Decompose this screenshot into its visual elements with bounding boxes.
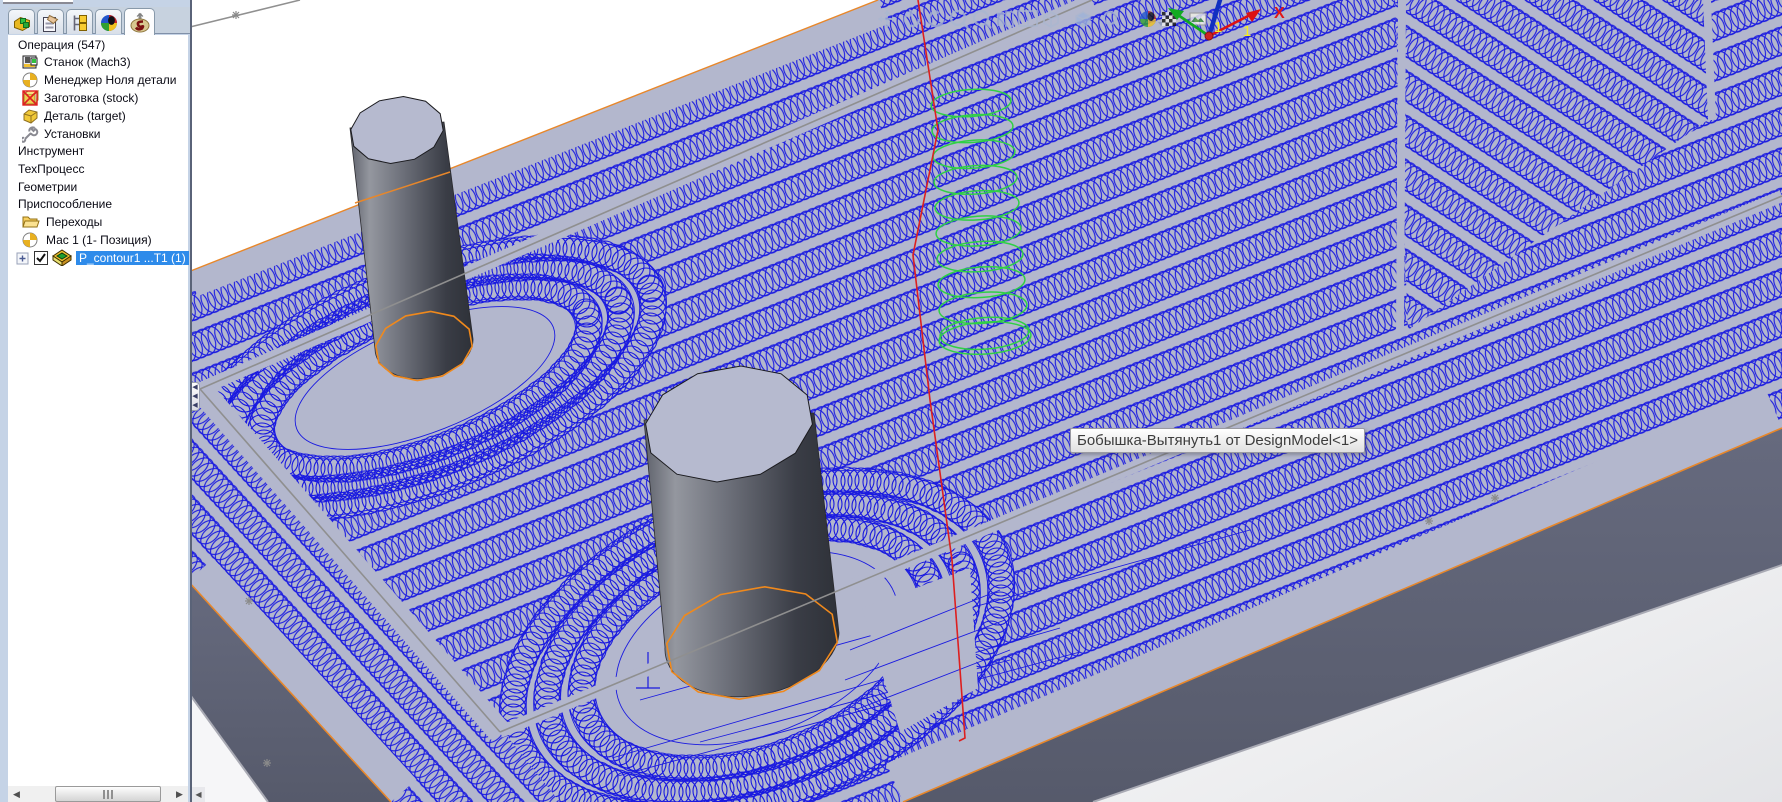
- svg-text:1: 1: [1243, 23, 1251, 40]
- svg-text:X: X: [1274, 5, 1285, 22]
- svg-text:1: 1: [1214, 19, 1222, 36]
